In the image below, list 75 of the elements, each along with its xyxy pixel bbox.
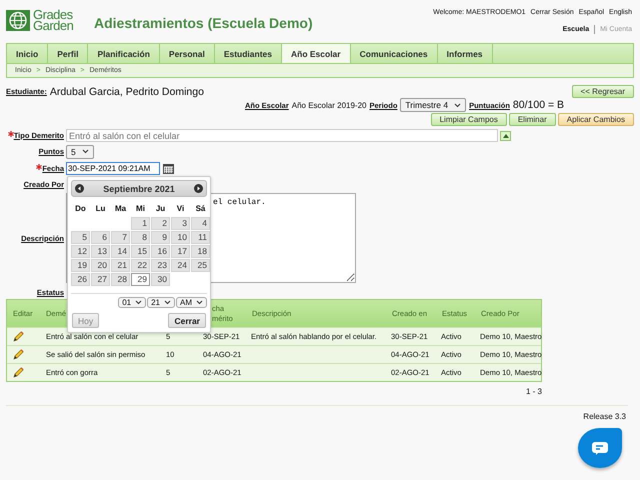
- month-title: Septiembre 2021: [103, 184, 175, 194]
- demerit-type-field[interactable]: Entró al salón con el celular: [66, 129, 498, 142]
- calendar-day[interactable]: 22: [131, 259, 150, 272]
- calendar-day[interactable]: 1: [131, 217, 150, 230]
- nav-tab[interactable]: Año Escolar: [282, 44, 351, 63]
- caret-icon: [164, 300, 171, 305]
- pencil-icon[interactable]: [13, 331, 24, 342]
- weekday-label: Ju: [154, 202, 166, 214]
- up-triangle-icon: [502, 134, 508, 138]
- calendar-day[interactable]: 12: [71, 245, 90, 258]
- school-year-value: Año Escolar 2019-20: [292, 100, 366, 110]
- caret-icon: [82, 149, 89, 154]
- pencil-icon[interactable]: [13, 349, 24, 360]
- calendar-day[interactable]: 15: [131, 245, 150, 258]
- calendar-day[interactable]: 7: [111, 231, 130, 244]
- weekday-label: Do: [74, 202, 87, 214]
- calendar-day[interactable]: 26: [71, 273, 90, 286]
- pager-text: 1 - 3: [526, 386, 542, 396]
- logo-text: Garden: [33, 20, 74, 31]
- weekday-label: Sá: [194, 202, 206, 214]
- calendar-day[interactable]: 2: [151, 217, 170, 230]
- calendar-day[interactable]: 13: [91, 245, 110, 258]
- chat-icon: [592, 442, 608, 454]
- caret-icon: [454, 102, 462, 108]
- page-title: Adiestramientos (Escuela Demo): [94, 15, 314, 31]
- release-text: Release 3.3: [583, 412, 626, 420]
- action-button[interactable]: Limpiar Campos: [430, 113, 507, 126]
- time-select[interactable]: AM: [176, 297, 207, 308]
- calendar-day[interactable]: 18: [191, 245, 210, 258]
- calendar-day[interactable]: 19: [71, 259, 90, 272]
- calendar-day[interactable]: 30: [151, 273, 170, 286]
- next-month-icon[interactable]: [194, 184, 203, 193]
- weekday-label: Vi: [176, 202, 186, 214]
- calendar-day[interactable]: 17: [171, 245, 190, 258]
- date-field[interactable]: 30-SEP-2021 09:21AM: [66, 162, 160, 175]
- student-name: Ardubal Garcia, Pedrito Domingo: [50, 86, 204, 98]
- action-button[interactable]: Eliminar: [508, 113, 556, 126]
- expand-button[interactable]: [500, 130, 511, 140]
- calendar-icon[interactable]: [163, 163, 174, 174]
- calendar-day[interactable]: 24: [171, 259, 190, 272]
- calendar-day[interactable]: 28: [111, 273, 130, 286]
- calendar-day[interactable]: 25: [191, 259, 210, 272]
- calendar-day[interactable]: 5: [71, 231, 90, 244]
- calendar-day[interactable]: 16: [151, 245, 170, 258]
- calendar-day[interactable]: 10: [171, 231, 190, 244]
- calendar-day[interactable]: 3: [171, 217, 190, 230]
- calendar-day[interactable]: 9: [151, 231, 170, 244]
- calendar-day[interactable]: 29: [131, 273, 150, 286]
- previous-month-icon[interactable]: [75, 184, 84, 193]
- weekday-label: Ma: [114, 202, 128, 214]
- pencil-icon[interactable]: [13, 367, 24, 378]
- close-button[interactable]: Cerrar: [168, 313, 206, 328]
- calendar-day[interactable]: 20: [91, 259, 110, 272]
- calendar-day[interactable]: 8: [131, 231, 150, 244]
- globe-logo-icon: [6, 10, 30, 30]
- calendar-day[interactable]: 11: [191, 231, 210, 244]
- calendar-day[interactable]: 23: [151, 259, 170, 272]
- caret-icon: [196, 300, 203, 305]
- weekday-label: Lu: [94, 202, 106, 214]
- chat-button[interactable]: [578, 428, 622, 468]
- time-select[interactable]: 01: [118, 297, 146, 308]
- caret-icon: [135, 300, 142, 305]
- calendar-day[interactable]: 14: [111, 245, 130, 258]
- action-button[interactable]: Aplicar Cambios: [558, 113, 634, 126]
- weekday-label: Mi: [135, 202, 146, 214]
- calendar-day[interactable]: 4: [191, 217, 210, 230]
- calendar-day[interactable]: 27: [91, 273, 110, 286]
- back-button[interactable]: << Regresar: [572, 85, 634, 98]
- period-select[interactable]: Trimestre 4: [400, 98, 466, 112]
- points-select[interactable]: 5: [66, 144, 94, 158]
- calendar-day[interactable]: 21: [111, 259, 130, 272]
- calendar-day[interactable]: 6: [91, 231, 110, 244]
- score-value: 80/100 = B: [512, 99, 564, 111]
- time-select[interactable]: 21: [147, 297, 175, 308]
- logo-text: Grades: [33, 9, 74, 20]
